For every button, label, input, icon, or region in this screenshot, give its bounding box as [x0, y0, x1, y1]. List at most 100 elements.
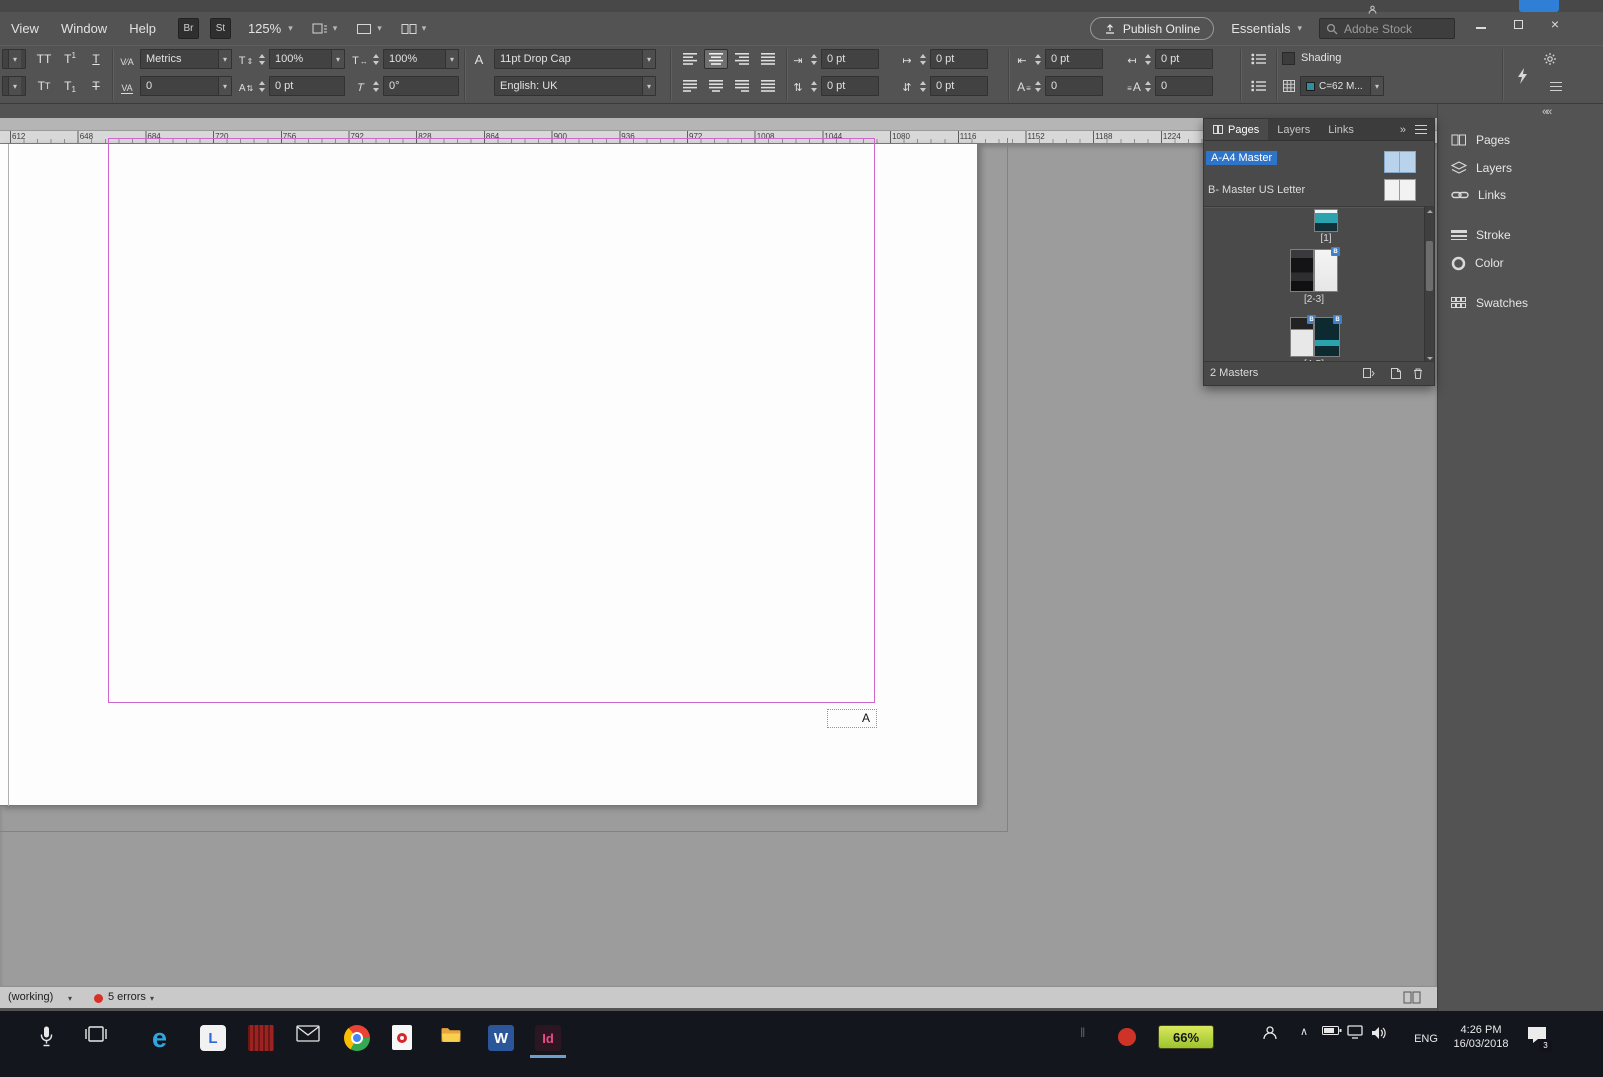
acrobat-icon[interactable] [392, 1025, 412, 1050]
publish-online-button[interactable]: Publish Online [1089, 17, 1215, 40]
space-after-stepper[interactable] [917, 76, 928, 96]
pages-scrollbar[interactable] [1424, 207, 1434, 361]
menu-window[interactable]: Window [50, 21, 118, 36]
character-color-dropdown[interactable]: C=62 M... ▾ [1300, 76, 1384, 96]
strikethrough-button[interactable]: T [84, 76, 108, 96]
last-line-indent-stepper[interactable] [1142, 49, 1153, 69]
drop-cap-lines-stepper[interactable] [1032, 76, 1043, 96]
last-line-indent-field[interactable]: 0 pt [1155, 49, 1213, 69]
language-dropdown[interactable]: English: UK ▾ [494, 76, 656, 96]
baseline-shift-stepper[interactable] [256, 76, 267, 96]
align-left-button[interactable] [678, 49, 702, 69]
word-icon[interactable]: W [488, 1025, 514, 1051]
tab-links[interactable]: Links [1319, 119, 1363, 140]
collapsed-style-dropdown-bottom[interactable]: ▾ [2, 76, 26, 96]
subscript-button[interactable]: T1 [58, 76, 82, 96]
justify-last-left-button[interactable] [678, 76, 702, 96]
tray-red-app-icon[interactable] [1118, 1028, 1136, 1046]
file-explorer-icon[interactable] [440, 1025, 462, 1044]
left-indent-field[interactable]: 0 pt [821, 49, 879, 69]
collapsed-style-dropdown-top[interactable]: ▾ [2, 49, 26, 69]
arrange-documents-dropdown[interactable]: ▾ [401, 23, 426, 35]
indesign-icon[interactable]: Id [535, 1025, 561, 1051]
dock-item-swatches[interactable]: Swatches [1451, 293, 1528, 313]
error-count-dropdown[interactable]: ▾ [150, 994, 154, 1003]
skew-stepper[interactable] [370, 76, 381, 96]
master-a4-thumbnail[interactable] [1384, 151, 1416, 173]
network-icon[interactable] [1346, 1025, 1364, 1039]
action-center-icon[interactable]: 3 [1526, 1025, 1552, 1052]
space-before-field[interactable]: 0 pt [821, 76, 879, 96]
page-4-thumbnail[interactable]: B [1290, 315, 1316, 357]
horizontal-scale-field[interactable]: 100% ▾ [383, 49, 459, 69]
dock-item-layers[interactable]: Layers [1451, 158, 1512, 178]
first-line-indent-stepper[interactable] [917, 49, 928, 69]
spread-view-icon[interactable] [1403, 991, 1421, 1007]
input-language-indicator[interactable]: ENG [1410, 1033, 1442, 1045]
workspace-switcher[interactable]: Essentials ▾ [1231, 21, 1302, 36]
bridge-button[interactable]: Br [177, 18, 199, 39]
master-text-frame[interactable]: A [827, 709, 877, 728]
justify-last-center-button[interactable] [704, 76, 728, 96]
shading-checkbox[interactable] [1282, 52, 1295, 65]
battery-percentage-widget[interactable]: 66% [1158, 1025, 1214, 1049]
l-app-icon[interactable]: L [200, 1025, 226, 1051]
view-options-dropdown[interactable]: ▾ [312, 22, 337, 36]
edge-icon[interactable]: e [152, 1025, 167, 1052]
page-5-thumbnail[interactable]: B [1314, 315, 1342, 357]
all-caps-button[interactable]: TT [32, 49, 56, 69]
justify-button[interactable] [756, 49, 780, 69]
page-1-thumbnail[interactable] [1314, 209, 1338, 232]
page-3-thumbnail[interactable]: B [1314, 247, 1340, 292]
vertical-scale-stepper[interactable] [256, 49, 267, 69]
page-1-label[interactable]: [1] [1302, 233, 1350, 244]
baseline-shift-field[interactable]: 0 pt [269, 76, 345, 96]
dock-item-stroke[interactable]: Stroke [1451, 225, 1511, 245]
right-indent-field[interactable]: 0 pt [1045, 49, 1103, 69]
edit-page-size-button[interactable] [1361, 367, 1376, 385]
shading-swatch-grid-icon[interactable] [1280, 76, 1298, 96]
collapse-panels-button[interactable]: «« [1542, 106, 1552, 118]
chrome-icon[interactable] [344, 1025, 370, 1051]
clock[interactable]: 4:26 PM 16/03/2018 [1446, 1023, 1516, 1051]
panel-undock-icon[interactable]: » [1400, 124, 1406, 136]
kerning-dropdown[interactable]: Metrics ▾ [140, 49, 232, 69]
justify-all-button[interactable] [756, 76, 780, 96]
master-usletter-row[interactable]: B- Master US Letter [1208, 184, 1305, 196]
master-a4-row[interactable]: A-A4 Master [1206, 151, 1278, 165]
pages-2-3-label[interactable]: [2-3] [1290, 294, 1338, 305]
small-caps-button[interactable]: TT [32, 76, 56, 96]
align-center-button[interactable] [704, 49, 728, 69]
master-usletter-thumbnail[interactable] [1384, 179, 1416, 201]
tab-layers[interactable]: Layers [1268, 119, 1319, 140]
stock-button[interactable]: St [209, 18, 231, 39]
skew-field[interactable]: 0° [383, 76, 459, 96]
task-view-icon[interactable] [84, 1025, 108, 1043]
drop-cap-characters-field[interactable]: 0 [1155, 76, 1213, 96]
panel-menu-icon[interactable] [1415, 125, 1427, 134]
master-page[interactable] [0, 138, 978, 806]
maximize-button[interactable] [1508, 15, 1528, 33]
new-page-button[interactable] [1390, 367, 1402, 385]
settings-gear-icon[interactable] [1538, 49, 1562, 69]
close-button[interactable]: × [1545, 15, 1565, 33]
drop-cap-characters-stepper[interactable] [1142, 76, 1153, 96]
screen-mode-dropdown[interactable]: ▾ [356, 23, 382, 35]
minimize-button[interactable] [1471, 15, 1491, 33]
error-count-label[interactable]: 5 errors [108, 991, 146, 1003]
align-right-button[interactable] [730, 49, 754, 69]
people-icon[interactable] [1262, 1025, 1278, 1041]
delete-page-button[interactable] [1412, 367, 1424, 385]
preflight-profile-dropdown[interactable]: ▾ [68, 994, 72, 1003]
paragraph-style-dropdown[interactable]: 11pt Drop Cap ▾ [494, 49, 656, 69]
page-2-thumbnail[interactable] [1290, 249, 1314, 292]
bullet-list-button[interactable] [1246, 49, 1270, 69]
numbered-list-button[interactable] [1246, 76, 1270, 96]
tab-pages[interactable]: Pages [1204, 119, 1269, 140]
right-indent-stepper[interactable] [1032, 49, 1043, 69]
left-indent-stepper[interactable] [808, 49, 819, 69]
microphone-icon[interactable] [40, 1025, 53, 1048]
superscript-button[interactable]: T1 [58, 49, 82, 69]
dock-item-pages[interactable]: Pages [1451, 130, 1510, 150]
control-panel-menu-icon[interactable] [1544, 76, 1568, 96]
